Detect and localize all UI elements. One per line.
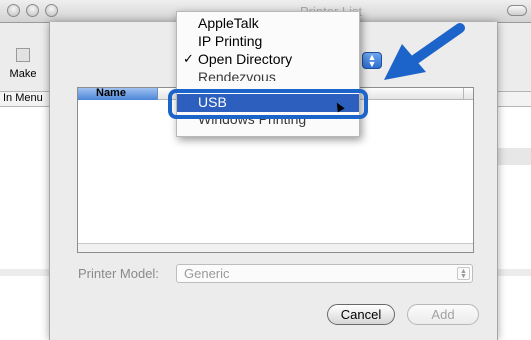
menu-item-ip-printing[interactable]: IP Printing [177, 33, 359, 51]
menu-item-label: Rendezvous [198, 69, 276, 81]
printer-icon [16, 48, 30, 62]
usb-highlight-box [168, 89, 368, 119]
printer-model-select[interactable]: Generic ▲ ▼ [176, 264, 473, 283]
select-arrows-icon: ▲ ▼ [457, 267, 470, 280]
menu-item-rendezvous[interactable]: Rendezvous [177, 69, 359, 81]
in-menu-column-header[interactable]: In Menu [3, 92, 43, 104]
column-divider [463, 88, 464, 100]
toolbar-toggle-button[interactable] [507, 5, 527, 16]
menu-item-label: Open Directory [198, 51, 293, 67]
menu-item-appletalk[interactable]: AppleTalk [177, 15, 359, 33]
connection-popup-arrows[interactable]: ▲ ▼ [362, 52, 382, 69]
menu-item-label: AppleTalk [198, 15, 259, 31]
cancel-button[interactable]: Cancel [327, 304, 395, 325]
close-window-button[interactable] [7, 4, 20, 17]
menu-item-open-directory[interactable]: ✓ Open Directory [177, 51, 359, 69]
menu-item-label: Windows Printing [198, 118, 307, 127]
printer-model-value: Generic [184, 266, 230, 281]
name-column-label: Name [96, 87, 126, 99]
make-default-label: Make [9, 68, 37, 80]
name-column-header[interactable]: Name [78, 87, 158, 100]
add-button[interactable]: Add [407, 304, 479, 325]
minimize-window-button[interactable] [26, 4, 39, 17]
menu-item-windows-printing[interactable]: Windows Printing [177, 118, 359, 129]
checkmark-icon: ✓ [183, 51, 194, 66]
table-scrollbar[interactable] [78, 243, 473, 252]
pointer-arrow-icon [384, 23, 465, 80]
printer-model-label: Printer Model: [78, 266, 159, 281]
zoom-window-button[interactable] [45, 4, 58, 17]
make-default-button[interactable]: Make [2, 48, 44, 82]
menu-item-label: IP Printing [198, 33, 263, 49]
